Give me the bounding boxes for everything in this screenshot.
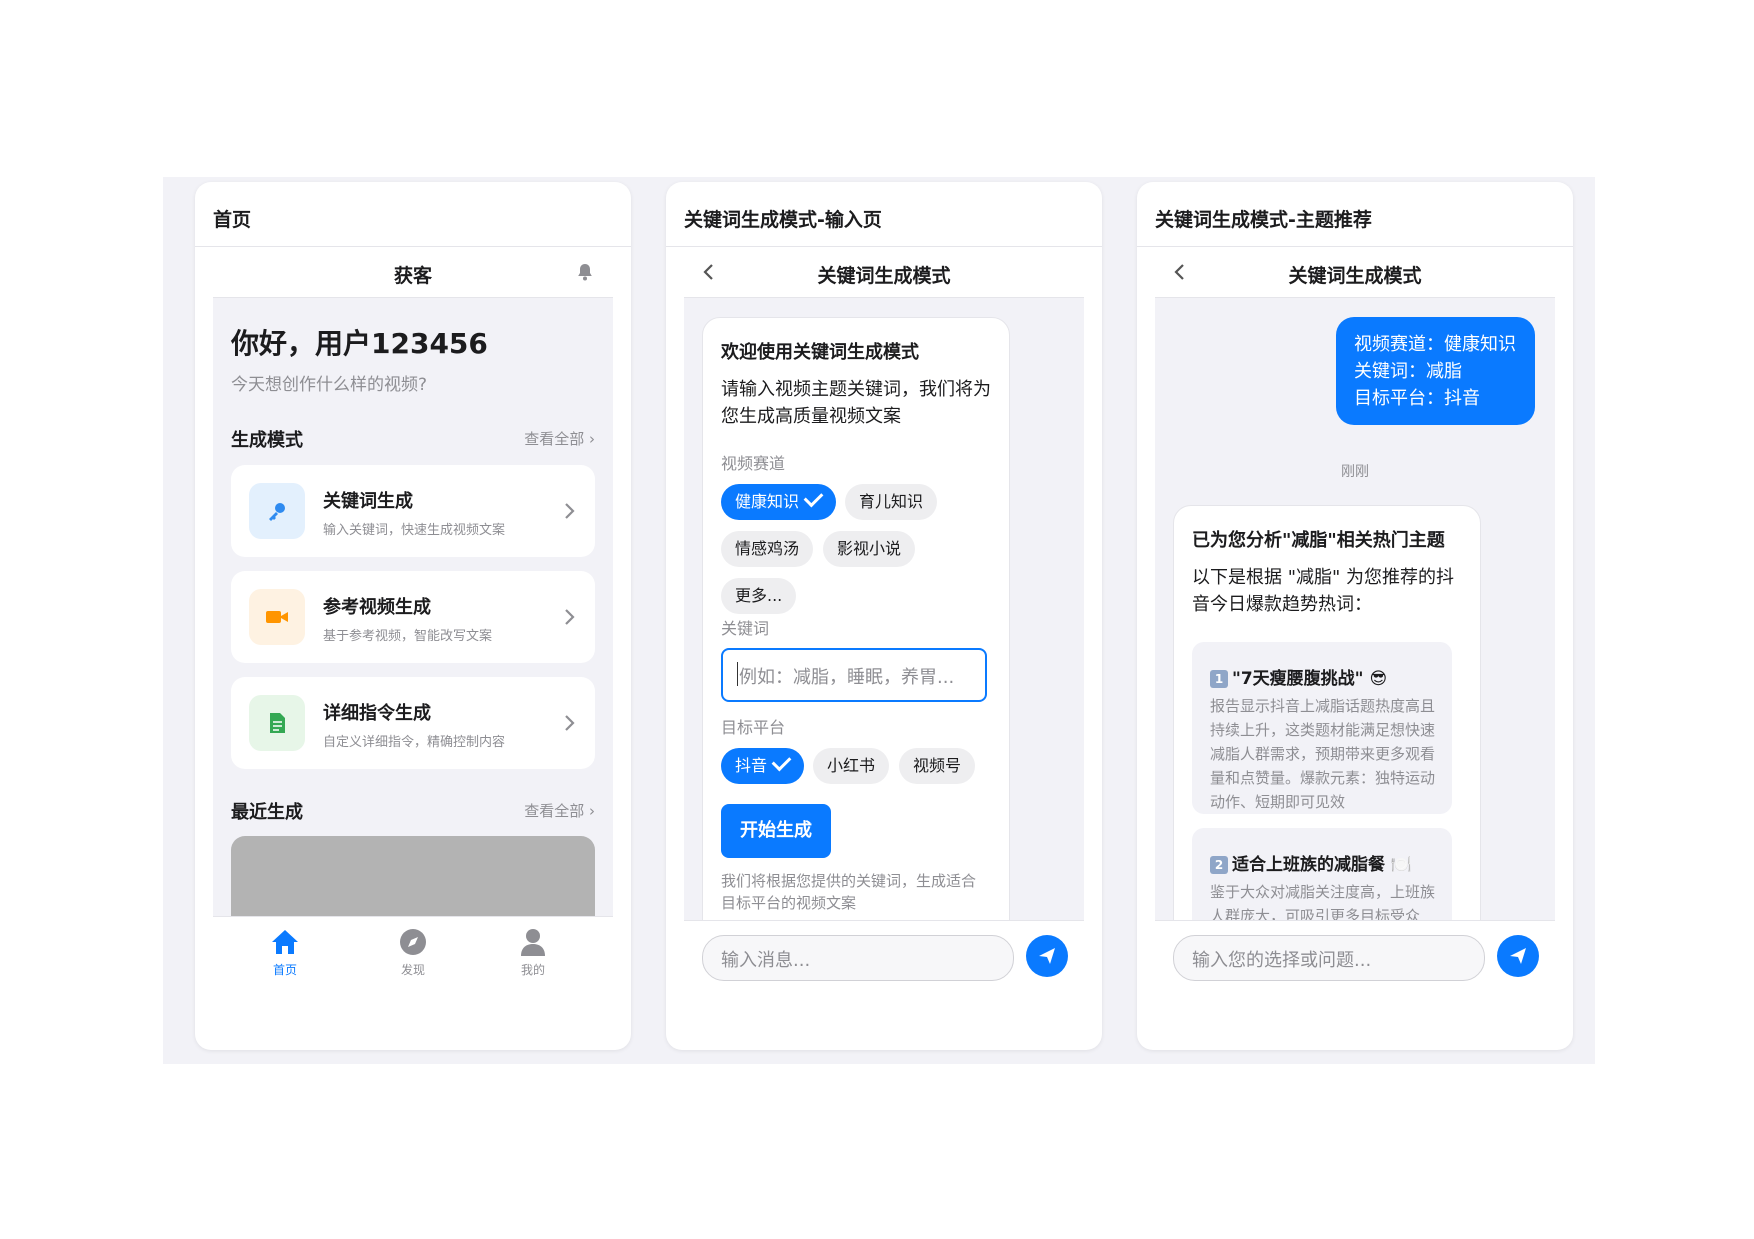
message-composer: 输入消息... (684, 920, 1084, 993)
chip-platform-shipinhao[interactable]: 视频号 (899, 748, 976, 784)
user-message-line: 目标平台：抖音 (1354, 388, 1480, 409)
bell-icon[interactable] (575, 262, 595, 282)
chip-track-health[interactable]: 健康知识 (721, 484, 837, 520)
message-input[interactable]: 输入您的选择或问题... (1173, 935, 1485, 981)
mode-description: 基于参考视频，智能改写文案 (323, 629, 493, 644)
mode-card-detailed-instruction[interactable]: 详细指令生成 自定义详细指令，精确控制内容 (231, 677, 595, 769)
video-camera-icon (249, 589, 305, 645)
mode-description: 输入关键词，快速生成视频文案 (323, 523, 506, 538)
send-icon (1510, 948, 1526, 964)
mode-card-reference-video[interactable]: 参考视频生成 基于参考视频，智能改写文案 (231, 571, 595, 663)
keyword-placeholder: 例如：减脂，睡眠，养胃... (739, 667, 955, 688)
label-keyword: 关键词 (721, 619, 770, 638)
nav-title: 关键词生成模式 (1288, 265, 1422, 287)
tab-bar: 首页 发现 我的 (213, 916, 613, 993)
phone-screen: 获客 你好，用户123456 今天想创作什么样的视频? 生成模式 查看全部 › … (213, 247, 613, 993)
text-caret (737, 662, 738, 686)
topic-recommend-card: 关键词生成模式-主题推荐 关键词生成模式 视频赛道：健康知识 关键词：减脂 目标… (1137, 182, 1573, 1050)
phone-screen: 关键词生成模式 欢迎使用关键词生成模式 请输入视频主题关键词，我们将为您生成高质… (684, 247, 1084, 993)
card-title: 首页 (213, 209, 252, 231)
number-badge: 2 (1210, 856, 1228, 874)
topic-description: 报告显示抖音上减脂话题热度高且持续上升，这类题材能满足想快速减脂人群需求，预期带… (1210, 697, 1436, 811)
home-icon (272, 930, 298, 954)
check-icon (803, 487, 824, 508)
key-icon (249, 483, 305, 539)
tab-home[interactable]: 首页 (255, 927, 315, 978)
user-message-line: 关键词：减脂 (1354, 361, 1462, 382)
bubble-footer-text: 我们将根据您提供的关键词，生成适合目标平台的视频文案 (721, 872, 977, 912)
mode-card-keyword[interactable]: 关键词生成 输入关键词，快速生成视频文案 (231, 465, 595, 557)
view-all-modes-link[interactable]: 查看全部 › (524, 428, 595, 449)
nav-title: 获客 (393, 265, 432, 287)
keyword-input-card: 关键词生成模式-输入页 关键词生成模式 欢迎使用关键词生成模式 请输入视频主题关… (666, 182, 1102, 1050)
bubble-title: 欢迎使用关键词生成模式 (721, 342, 919, 363)
chip-track-emotion[interactable]: 情感鸡汤 (721, 531, 814, 567)
card-title: 关键词生成模式-输入页 (684, 209, 882, 231)
timestamp: 刚刚 (1341, 464, 1369, 480)
canvas-background: 首页 获客 你好，用户123456 今天想创作什么样的视频? 生成模式 查看全部… (163, 177, 1595, 1064)
tab-me[interactable]: 我的 (503, 927, 563, 978)
send-button[interactable] (1026, 935, 1068, 977)
label-track: 视频赛道 (721, 454, 786, 473)
message-input[interactable]: 输入消息... (702, 935, 1014, 981)
section-title-recent: 最近生成 (231, 802, 303, 823)
chip-platform-xiaohongshu[interactable]: 小红书 (813, 748, 890, 784)
chip-track-parenting[interactable]: 育儿知识 (845, 484, 938, 520)
start-generate-button[interactable]: 开始生成 (721, 804, 831, 858)
nav-title: 关键词生成模式 (817, 265, 951, 287)
compass-icon (400, 929, 426, 955)
user-message-bubble: 视频赛道：健康知识 关键词：减脂 目标平台：抖音 (1336, 317, 1535, 425)
reply-title: 已为您分析"减脂"相关热门主题 (1192, 530, 1445, 551)
topic-card-1[interactable]: 1 "7天瘦腰腹挑战" 😎 报告显示抖音上减脂话题热度高且持续上升，这类题材能满足… (1192, 642, 1452, 814)
topic-title: 2 适合上班族的减脂餐 🍽️ (1210, 850, 1412, 875)
welcome-message-bubble: 欢迎使用关键词生成模式 请输入视频主题关键词，我们将为您生成高质量视频文案 视频… (702, 317, 1010, 959)
card-title: 关键词生成模式-主题推荐 (1155, 209, 1372, 231)
mode-title: 参考视频生成 (323, 597, 431, 618)
chip-track-more[interactable]: 更多... (721, 578, 797, 614)
chip-platform-douyin[interactable]: 抖音 (721, 748, 805, 784)
topic-title: 1 "7天瘦腰腹挑战" 😎 (1210, 664, 1387, 689)
message-composer: 输入您的选择或问题... (1155, 920, 1555, 993)
send-button[interactable] (1497, 935, 1539, 977)
bubble-text: 请输入视频主题关键词，我们将为您生成高质量视频文案 (721, 379, 991, 427)
mode-title: 关键词生成 (323, 491, 413, 512)
mode-description: 自定义详细指令，精确控制内容 (323, 735, 506, 750)
nav-bar: 关键词生成模式 (684, 247, 1084, 298)
home-screen-card: 首页 获客 你好，用户123456 今天想创作什么样的视频? 生成模式 查看全部… (195, 182, 631, 1050)
chevron-right-icon (565, 609, 575, 625)
send-icon (1039, 948, 1055, 964)
view-all-recent-link[interactable]: 查看全部 › (524, 800, 595, 821)
reply-text: 以下是根据 "减脂" 为您推荐的抖音今日爆款趋势热词： (1192, 567, 1455, 615)
section-title-modes: 生成模式 (231, 430, 303, 451)
label-platform: 目标平台 (721, 718, 786, 737)
greeting: 你好，用户123456 (231, 327, 488, 360)
greeting-subtitle: 今天想创作什么样的视频? (231, 375, 428, 395)
phone-screen: 关键词生成模式 视频赛道：健康知识 关键词：减脂 目标平台：抖音 刚刚 已为您分… (1155, 247, 1555, 993)
mode-title: 详细指令生成 (323, 703, 431, 724)
nav-bar: 获客 (213, 247, 613, 298)
chevron-right-icon (565, 715, 575, 731)
chip-track-film[interactable]: 影视小说 (823, 531, 916, 567)
chevron-right-icon (565, 503, 575, 519)
nav-bar: 关键词生成模式 (1155, 247, 1555, 298)
user-icon (521, 929, 545, 956)
document-icon (249, 695, 305, 751)
user-message-line: 视频赛道：健康知识 (1354, 334, 1516, 355)
tab-discover[interactable]: 发现 (383, 927, 443, 978)
keyword-input[interactable]: 例如：减脂，睡眠，养胃... (721, 648, 987, 702)
check-icon (771, 751, 792, 772)
number-badge: 1 (1210, 670, 1228, 688)
